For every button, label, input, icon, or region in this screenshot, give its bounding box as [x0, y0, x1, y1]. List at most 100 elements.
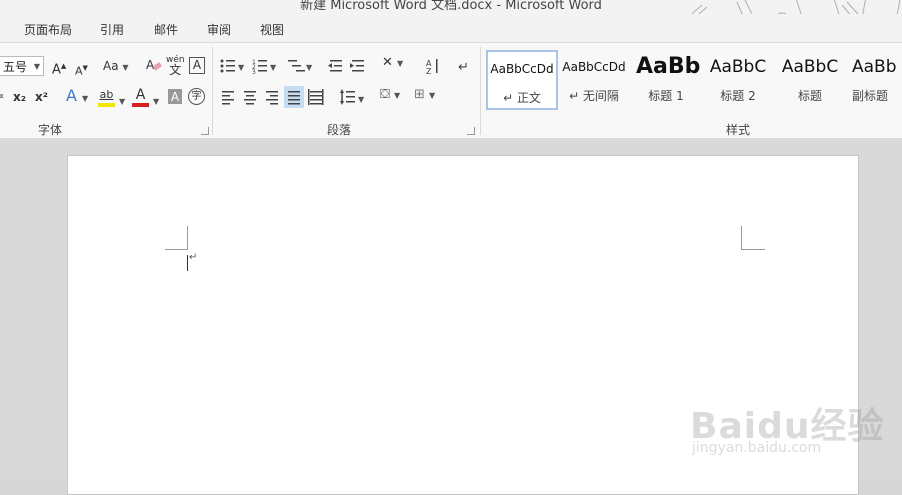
- character-shading-icon: A: [170, 90, 180, 104]
- tab-view[interactable]: 视图: [260, 21, 284, 38]
- grow-font-button[interactable]: A▲: [52, 58, 66, 78]
- style-sample: AaBbCcDd: [490, 62, 554, 76]
- paragraph-group-label: 段落: [327, 123, 352, 137]
- shrink-font-icon: A: [75, 64, 83, 78]
- tab-mailings[interactable]: 邮件: [154, 21, 178, 38]
- style-heading-1[interactable]: AaBb 标题 1: [630, 50, 702, 110]
- style-name: 标题: [797, 89, 822, 103]
- increase-indent-button[interactable]: [350, 55, 366, 75]
- distributed-button[interactable]: [308, 87, 324, 105]
- watermark-url: jingyan.baidu.com: [692, 440, 822, 456]
- style-normal[interactable]: AaBbCcDd ↵ 正文: [486, 50, 558, 110]
- asian-layout-button[interactable]: ✕ ▼: [382, 55, 403, 72]
- styles-gallery: AaBbCcDd ↵ 正文 AaBbCcDd ↵ 无间隔 AaBb 标题 1 A…: [486, 50, 902, 110]
- change-case-button[interactable]: Aa ▼: [103, 58, 129, 76]
- chevron-down-icon: ▼: [306, 63, 313, 72]
- font-dialog-launcher[interactable]: [201, 127, 209, 135]
- style-sample: AaBb: [852, 57, 897, 77]
- subscript-icon: x₂: [13, 90, 26, 104]
- multilevel-list-dropdown[interactable]: ▼: [306, 58, 312, 76]
- phonetic-guide-button[interactable]: wén 文: [166, 55, 185, 77]
- bullets-button[interactable]: [218, 55, 236, 75]
- font-color-dropdown[interactable]: ▼: [153, 92, 159, 110]
- style-no-spacing[interactable]: AaBbCcDd ↵ 无间隔: [558, 50, 630, 110]
- decrease-indent-button[interactable]: [328, 55, 344, 75]
- character-border-button[interactable]: A: [189, 57, 205, 74]
- text-effects-icon: A: [66, 86, 77, 105]
- numbering-button[interactable]: [250, 55, 268, 75]
- crop-mark-top-left: [165, 226, 188, 250]
- tab-review[interactable]: 审阅: [207, 21, 231, 38]
- bullets-dropdown[interactable]: ▼: [238, 58, 244, 76]
- style-subtitle[interactable]: AaBb 副标题: [846, 50, 902, 110]
- borders-button[interactable]: ⊞ ▼: [414, 87, 435, 104]
- change-case-icon: Aa: [103, 59, 119, 73]
- enclose-characters-button[interactable]: 字: [188, 88, 205, 105]
- style-sample: AaBbC: [709, 57, 767, 77]
- font-size-combo[interactable]: 五号 ▼: [0, 56, 44, 76]
- svg-text:A: A: [146, 58, 155, 72]
- font-size-value: 五号: [3, 60, 28, 74]
- style-name: ↵ 正文: [503, 91, 541, 105]
- show-marks-button[interactable]: [456, 55, 472, 75]
- multilevel-list-button[interactable]: [286, 55, 306, 75]
- style-name: 标题 1: [648, 89, 684, 103]
- line-spacing-button[interactable]: [338, 87, 356, 105]
- chevron-down-icon: ▼: [358, 95, 365, 104]
- style-sample: AaBbCcDd: [562, 60, 626, 74]
- style-name: 标题 2: [720, 89, 756, 103]
- character-shading-button[interactable]: A: [168, 89, 182, 104]
- chevron-down-icon: ▼: [119, 97, 126, 106]
- font-color-button[interactable]: A: [132, 87, 149, 107]
- eraser-icon: A: [146, 58, 162, 72]
- style-sample: AaBb: [636, 54, 701, 79]
- style-sample: AaBbC: [781, 57, 839, 77]
- font-color-icon: A: [135, 87, 146, 103]
- strikethrough-button[interactable]: «: [0, 89, 4, 105]
- paragraph-mark: ↵: [189, 252, 198, 263]
- character-border-icon: A: [192, 58, 202, 72]
- line-spacing-dropdown[interactable]: ▼: [358, 90, 364, 108]
- numbering-dropdown[interactable]: ▼: [270, 58, 276, 76]
- styles-group-label: 样式: [726, 123, 751, 137]
- ribbon: 五号 ▼ A▲ A▼ Aa ▼ A wén 文 A « x₂ x² A ▼ ab…: [0, 42, 902, 140]
- highlight-icon: ab: [99, 88, 114, 101]
- asian-layout-icon: ✕: [382, 55, 393, 70]
- group-divider: [212, 47, 213, 135]
- chevron-down-icon: ▼: [270, 63, 277, 72]
- chevron-down-icon: ▼: [153, 97, 160, 106]
- style-heading-2[interactable]: AaBbC 标题 2: [702, 50, 774, 110]
- style-name: ↵ 无间隔: [569, 89, 619, 103]
- borders-icon: ⊞: [414, 87, 425, 102]
- enclose-characters-icon: 字: [191, 91, 202, 102]
- ribbon-tabs: 页面布局 引用 邮件 审阅 视图: [0, 14, 902, 42]
- subscript-button[interactable]: x₂: [13, 89, 26, 105]
- shrink-font-button[interactable]: A▼: [75, 60, 88, 80]
- clear-formatting-button[interactable]: A: [146, 57, 162, 77]
- chevron-down-icon: ▼: [238, 63, 245, 72]
- align-right-button[interactable]: [264, 87, 280, 105]
- justify-button[interactable]: [284, 85, 304, 107]
- highlight-button[interactable]: ab: [98, 87, 115, 107]
- phonetic-guide-char: 文: [169, 63, 182, 77]
- tab-references[interactable]: 引用: [100, 21, 124, 38]
- shading-button[interactable]: ⛋ ▼: [380, 87, 400, 104]
- strikethrough-icon: «: [0, 91, 4, 102]
- highlight-dropdown[interactable]: ▼: [119, 92, 125, 110]
- group-divider: [480, 47, 481, 135]
- grow-font-icon: A: [52, 62, 61, 78]
- paint-bucket-icon: ⛋: [380, 87, 390, 102]
- align-center-button[interactable]: [242, 87, 258, 105]
- tab-page-layout[interactable]: 页面布局: [24, 21, 72, 38]
- font-group-label: 字体: [38, 123, 63, 137]
- style-name: 副标题: [852, 89, 889, 103]
- align-left-button[interactable]: [220, 87, 236, 105]
- text-effects-button[interactable]: A ▼: [66, 88, 88, 107]
- text-cursor: [187, 255, 188, 271]
- superscript-button[interactable]: x²: [35, 89, 48, 105]
- chevron-down-icon: ▼: [33, 62, 40, 71]
- sort-button[interactable]: [424, 55, 442, 75]
- style-title[interactable]: AaBbC 标题: [774, 50, 846, 110]
- superscript-icon: x²: [35, 90, 48, 104]
- paragraph-dialog-launcher[interactable]: [467, 127, 475, 135]
